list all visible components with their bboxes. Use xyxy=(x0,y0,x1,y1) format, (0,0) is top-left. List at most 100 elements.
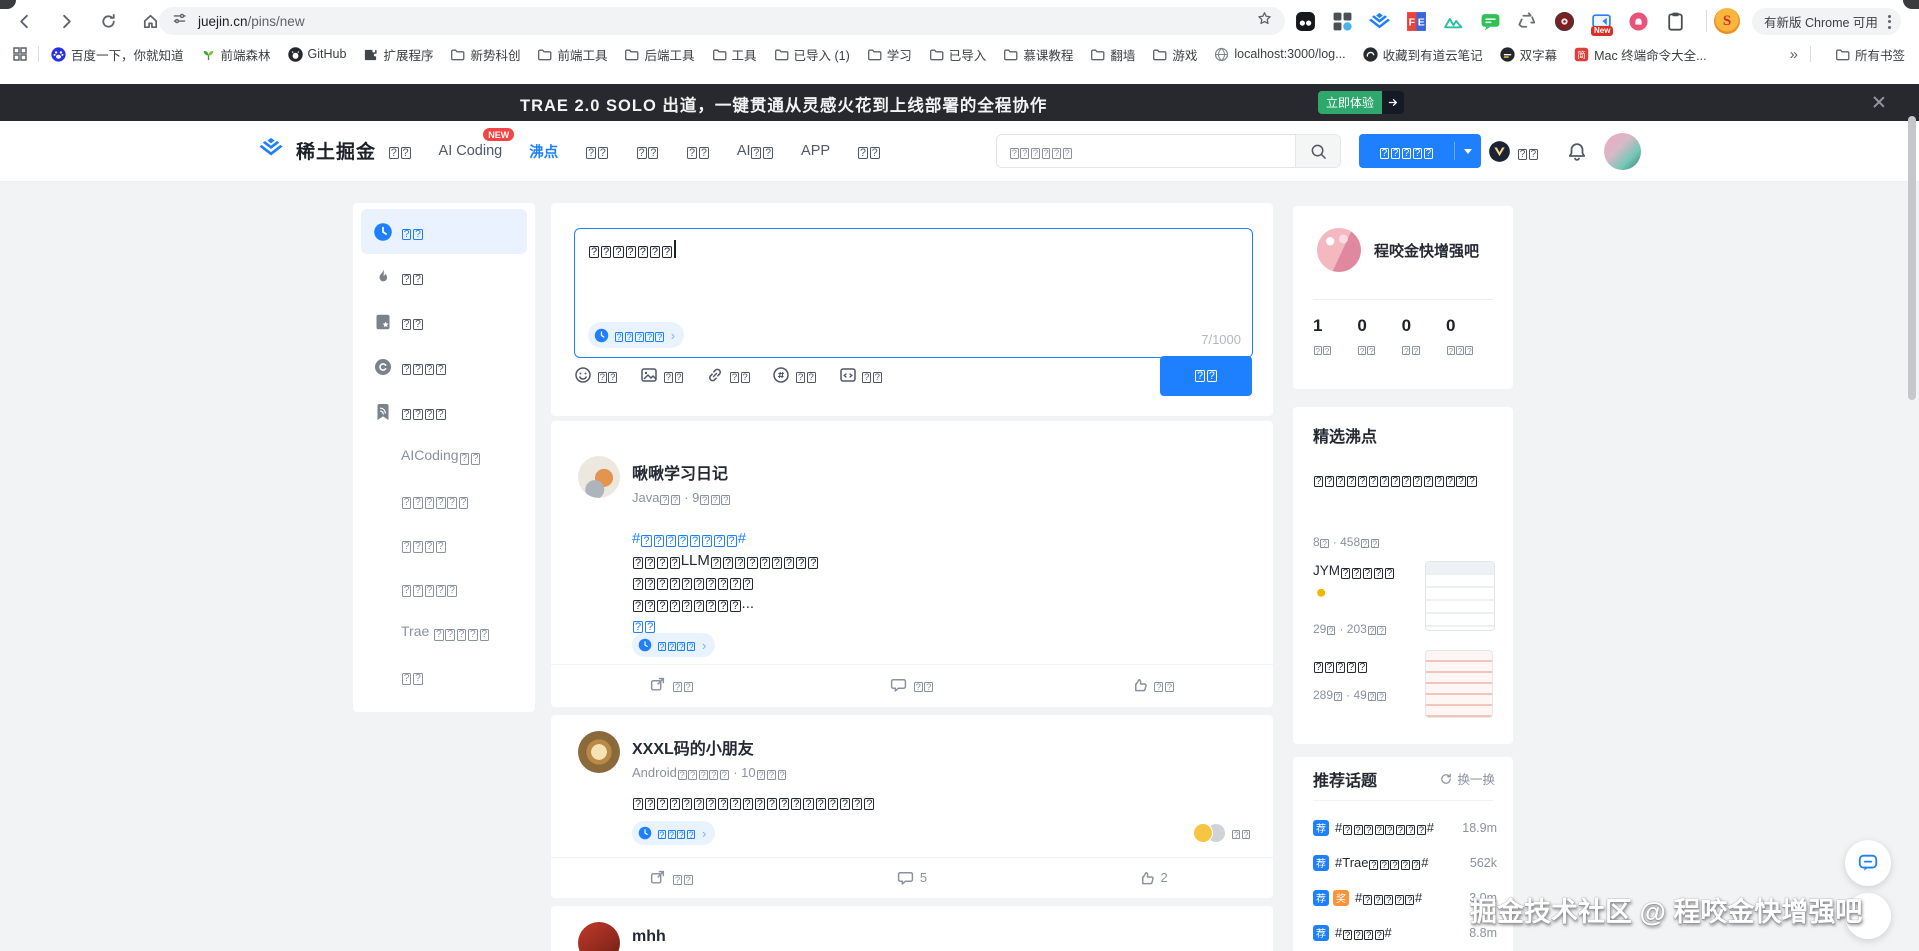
apps-grid-icon[interactable] xyxy=(12,46,28,62)
bookmark-item[interactable]: 游戏 xyxy=(1152,45,1197,64)
stat[interactable]: 1?? xyxy=(1313,316,1357,356)
bookmark-item[interactable]: 简Mac 终端命令大全... xyxy=(1574,45,1707,64)
bookmark-item[interactable]: 翻墙 xyxy=(1090,45,1135,64)
pin-author-avatar[interactable] xyxy=(578,731,620,773)
site-settings-icon[interactable] xyxy=(171,10,188,32)
comment-button[interactable]: ?? xyxy=(792,676,1033,693)
devtools-extension-icon[interactable] xyxy=(1295,11,1316,32)
banner-cta-button[interactable]: 立即体验 xyxy=(1318,91,1404,114)
chrome-update-chip[interactable]: 有新版 Chrome 可用 xyxy=(1752,8,1901,35)
sidebar-item[interactable]: ?? xyxy=(361,209,527,254)
featured-item-thumbnail[interactable] xyxy=(1425,650,1493,718)
pin-topic-tag[interactable]: ???? › xyxy=(632,821,715,845)
composer-textarea[interactable]: ??????? ????? › 7/1000 xyxy=(574,228,1253,358)
chevron-down-icon[interactable] xyxy=(1455,149,1481,154)
bookmark-item[interactable]: 慕课教程 xyxy=(1003,45,1073,64)
clipboard-extension-icon[interactable] xyxy=(1665,11,1686,32)
topic-item[interactable]: 荐#Trae?????#562k xyxy=(1313,845,1497,880)
search-input[interactable]: ?????? xyxy=(996,134,1341,168)
nav-item[interactable]: ?? xyxy=(388,143,412,159)
browser-menu-icon[interactable] xyxy=(1886,13,1893,31)
featured-item[interactable]: ??????????????? xyxy=(1313,467,1495,490)
stat[interactable]: 0?? xyxy=(1402,316,1446,356)
pin-author-name[interactable]: mhh xyxy=(632,928,666,946)
publish-button[interactable]: ?? xyxy=(1160,356,1252,396)
pin-author-avatar[interactable] xyxy=(578,922,620,951)
nav-item-pins[interactable]: 沸点 xyxy=(529,141,558,162)
vip-icon[interactable] xyxy=(1488,140,1511,163)
image-tool-button[interactable]: ?? xyxy=(640,366,684,384)
topic-item[interactable]: 荐#????????#18.9m xyxy=(1313,810,1497,845)
emoji-tool-button[interactable]: ?? xyxy=(574,366,618,384)
wxdev-extension-icon[interactable] xyxy=(1480,11,1501,32)
featured-item[interactable]: ????? xyxy=(1313,653,1425,676)
pin-author-name[interactable]: 啾啾学习日记 xyxy=(632,460,728,484)
nav-item[interactable]: ?? xyxy=(636,143,660,159)
nav-item[interactable]: ?? xyxy=(585,143,609,159)
mountains-extension-icon[interactable] xyxy=(1443,11,1464,32)
screenshot-new-extension-icon[interactable]: New xyxy=(1591,11,1612,32)
nav-item-ai-coding[interactable]: AI CodingNEW xyxy=(439,143,503,159)
pin-hashtag[interactable]: #????????# xyxy=(632,528,819,550)
speaker-extension-icon[interactable] xyxy=(1554,11,1575,32)
sidebar-item[interactable]: ???? xyxy=(361,522,527,566)
bookmark-item[interactable]: 学习 xyxy=(867,45,912,64)
composer-topic-selector[interactable]: ????? › xyxy=(588,322,684,348)
like-button[interactable]: ?? xyxy=(1032,676,1273,693)
nav-item-app[interactable]: APP xyxy=(801,143,830,159)
bookmark-item[interactable]: 百度一下，你就知道 xyxy=(51,45,184,64)
link-tool-button[interactable]: ?? xyxy=(706,366,750,384)
bookmark-item[interactable]: 前端工具 xyxy=(537,45,607,64)
fe-extension-icon[interactable]: FE xyxy=(1406,11,1427,32)
bookmark-item[interactable]: 已导入 (1) xyxy=(774,45,850,64)
code-tool-button[interactable]: ?? xyxy=(839,366,883,384)
chat-fab-button[interactable] xyxy=(1845,840,1891,886)
overflow-chevron-icon[interactable]: » xyxy=(1790,46,1798,63)
share-button[interactable]: ?? xyxy=(551,676,792,693)
featured-item-thumbnail[interactable] xyxy=(1425,561,1495,631)
vip-label[interactable]: ?? xyxy=(1517,144,1539,160)
sidebar-item[interactable]: Trae ????? xyxy=(361,610,527,654)
nav-item[interactable]: AI?? xyxy=(737,143,774,159)
bookmark-item[interactable]: 前端森林 xyxy=(201,45,271,64)
profile-avatar[interactable] xyxy=(1317,228,1361,272)
sidebar-item[interactable]: ?????? xyxy=(361,478,527,522)
bookmark-item[interactable]: localhost:3000/log... xyxy=(1214,47,1345,62)
pin-topic-tag[interactable]: ???? › xyxy=(632,633,715,657)
bookmark-item[interactable]: 后端工具 xyxy=(624,45,694,64)
search-button[interactable] xyxy=(1295,135,1340,167)
create-center-button[interactable]: ????? xyxy=(1359,134,1481,168)
juejin-extension-icon[interactable] xyxy=(1369,11,1390,32)
comment-button[interactable]: 5 xyxy=(792,869,1033,886)
stat[interactable]: 0?? xyxy=(1357,316,1401,356)
nav-item[interactable]: ?? xyxy=(857,143,881,159)
reload-icon[interactable] xyxy=(94,7,122,35)
bookmark-item[interactable]: 双字幕 xyxy=(1500,45,1558,64)
featured-item[interactable]: JYM????? xyxy=(1313,559,1425,605)
liked-by-cluster[interactable]: ?? xyxy=(1193,823,1252,843)
sidebar-item[interactable]: ???? xyxy=(361,389,527,434)
pin-author-avatar[interactable] xyxy=(578,456,620,498)
bookmark-star-icon[interactable] xyxy=(1256,10,1273,32)
profile-name[interactable]: 程咬金快增强吧 xyxy=(1374,240,1479,261)
user-avatar[interactable] xyxy=(1604,133,1641,170)
url-bar[interactable]: juejin.cn/pins/new xyxy=(159,7,1285,35)
sidebar-item[interactable]: ????? xyxy=(361,566,527,610)
sidebar-item[interactable]: ?? xyxy=(361,254,527,299)
share-button[interactable]: ?? xyxy=(551,869,792,886)
juejin-logo[interactable]: 稀土掘金 xyxy=(254,135,376,165)
bookmark-item[interactable]: 扩展程序 xyxy=(363,45,433,64)
all-bookmarks-button[interactable]: 所有书签 xyxy=(1835,45,1905,64)
notifications-bell-icon[interactable] xyxy=(1566,141,1588,163)
sidebar-item[interactable]: ???? xyxy=(361,344,527,389)
topic-tool-button[interactable]: ?? xyxy=(772,366,816,384)
like-button[interactable]: 2 xyxy=(1032,869,1273,886)
recycle-extension-icon[interactable] xyxy=(1517,11,1538,32)
blocks-extension-icon[interactable] xyxy=(1332,11,1353,32)
onetab-extension-icon[interactable] xyxy=(1628,11,1649,32)
stat[interactable]: 0??? xyxy=(1446,316,1497,356)
forward-icon[interactable] xyxy=(52,7,80,35)
sidebar-item[interactable]: AICoding?? xyxy=(361,434,527,478)
browser-profile-avatar[interactable]: S xyxy=(1714,8,1740,34)
bookmark-item[interactable]: 已导入 xyxy=(929,45,987,64)
